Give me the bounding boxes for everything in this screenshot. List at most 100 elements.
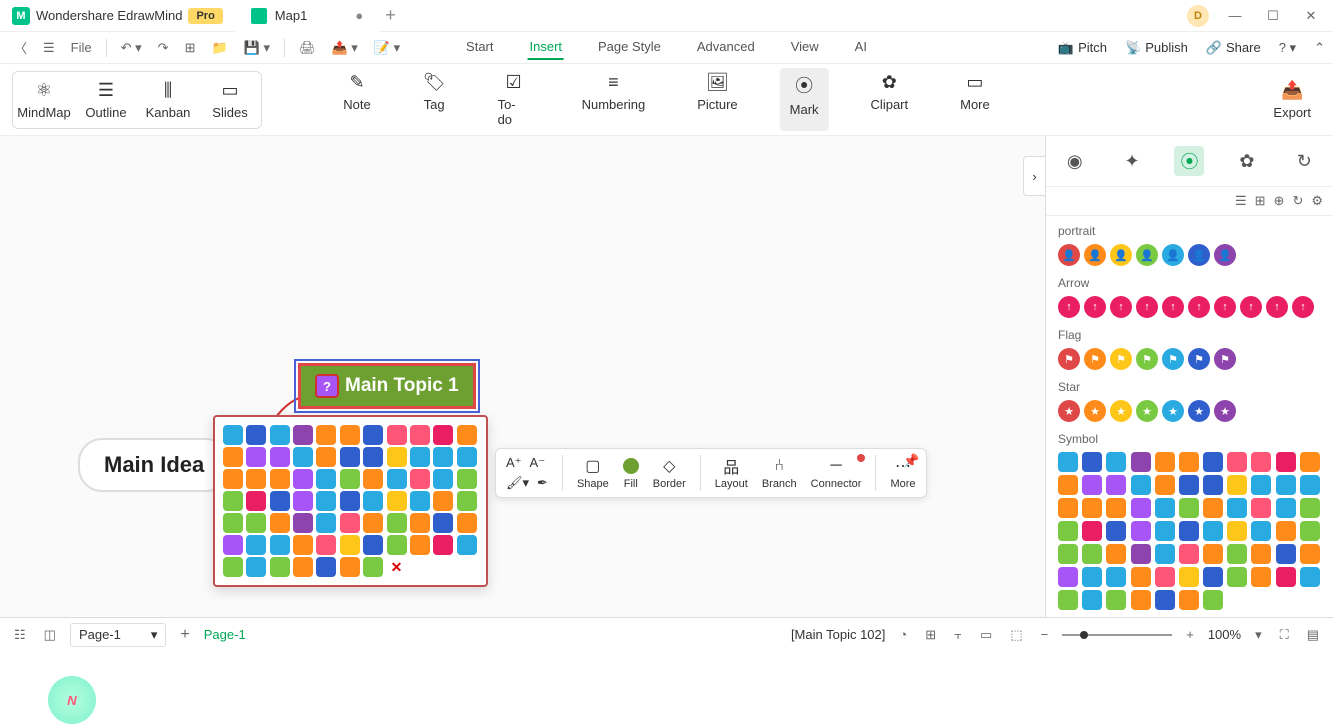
- symbol-item[interactable]: [340, 491, 360, 511]
- symbol-item[interactable]: [410, 491, 430, 511]
- menu-button[interactable]: ☰: [37, 36, 61, 60]
- document-tab[interactable]: Map1 ●: [235, 0, 379, 32]
- symbol-item[interactable]: [246, 535, 266, 555]
- ribbon-picture[interactable]: 🖼Picture: [687, 68, 747, 131]
- mark-item[interactable]: ★: [1084, 400, 1106, 422]
- symbol-item[interactable]: [1227, 521, 1247, 541]
- help-button[interactable]: ? ▾: [1279, 40, 1296, 56]
- symbol-item[interactable]: [457, 513, 477, 533]
- symbol-item[interactable]: [1251, 452, 1271, 472]
- symbol-item[interactable]: [457, 447, 477, 467]
- symbol-item[interactable]: [1131, 452, 1151, 472]
- mark-item[interactable]: ↑: [1084, 296, 1106, 318]
- mark-item[interactable]: 👤: [1084, 244, 1106, 266]
- minimize-button[interactable]: —: [1223, 8, 1247, 23]
- symbol-item[interactable]: [1155, 567, 1175, 587]
- fill-button[interactable]: Fill: [623, 456, 639, 490]
- pitch-button[interactable]: 📺 Pitch: [1058, 40, 1107, 56]
- symbol-item[interactable]: [1203, 544, 1223, 564]
- symbol-item[interactable]: [1106, 590, 1126, 610]
- symbol-item[interactable]: [1179, 452, 1199, 472]
- mark-item[interactable]: ⚑: [1110, 348, 1132, 370]
- symbol-item[interactable]: [363, 557, 383, 577]
- symbol-item[interactable]: [316, 469, 336, 489]
- symbol-item[interactable]: [1106, 452, 1126, 472]
- undo-button[interactable]: ↶ ▾: [115, 36, 148, 60]
- sidepanel-collapse[interactable]: ›: [1023, 156, 1045, 196]
- symbol-item[interactable]: [387, 491, 407, 511]
- symbol-item[interactable]: [1058, 498, 1078, 518]
- symbol-item[interactable]: [293, 425, 313, 445]
- symbol-item[interactable]: [246, 447, 266, 467]
- sp-list-view[interactable]: ☰: [1235, 193, 1247, 209]
- symbol-item[interactable]: [1251, 475, 1271, 495]
- sp-add[interactable]: ⊕: [1274, 193, 1285, 209]
- symbol-item[interactable]: [1106, 567, 1126, 587]
- symbol-item[interactable]: [270, 491, 290, 511]
- fit-button[interactable]: ⛶: [1276, 625, 1293, 645]
- symbol-item[interactable]: [223, 513, 243, 533]
- ribbon-todo[interactable]: ☑To-do: [488, 68, 540, 131]
- symbol-item[interactable]: [223, 535, 243, 555]
- topic-mark-icon[interactable]: ?: [315, 374, 339, 398]
- symbol-item[interactable]: [457, 535, 477, 555]
- symbol-item[interactable]: [1251, 567, 1271, 587]
- symbol-item[interactable]: [1058, 475, 1078, 495]
- mark-item[interactable]: ★: [1136, 400, 1158, 422]
- sp-tab-mark[interactable]: ⦿: [1174, 146, 1204, 176]
- symbol-item[interactable]: [457, 425, 477, 445]
- view-slides[interactable]: ▭Slides: [199, 72, 261, 128]
- ribbon-export[interactable]: 📤Export: [1263, 76, 1321, 124]
- symbol-item[interactable]: [433, 491, 453, 511]
- symbol-item[interactable]: [1155, 475, 1175, 495]
- symbol-item[interactable]: [340, 469, 360, 489]
- symbol-item[interactable]: [1058, 452, 1078, 472]
- ribbon-mark[interactable]: ⦿Mark: [780, 68, 829, 131]
- symbol-item[interactable]: [410, 469, 430, 489]
- symbol-item[interactable]: [363, 535, 383, 555]
- symbol-item[interactable]: [1082, 475, 1102, 495]
- symbol-item[interactable]: [1155, 452, 1175, 472]
- connector-button[interactable]: ─Connector: [811, 456, 862, 490]
- ai-assistant-button[interactable]: N: [48, 676, 96, 724]
- symbol-item[interactable]: [1155, 544, 1175, 564]
- mark-item[interactable]: 👤: [1110, 244, 1132, 266]
- symbol-item[interactable]: [223, 425, 243, 445]
- symbol-item[interactable]: [1131, 567, 1151, 587]
- symbol-item[interactable]: [1203, 521, 1223, 541]
- symbol-item[interactable]: [1276, 498, 1296, 518]
- mark-item[interactable]: 👤: [1058, 244, 1080, 266]
- symbol-item[interactable]: [316, 425, 336, 445]
- symbol-item[interactable]: [340, 557, 360, 577]
- file-menu[interactable]: File: [65, 36, 98, 59]
- print-button[interactable]: 🖨: [293, 36, 322, 60]
- symbol-item[interactable]: [340, 513, 360, 533]
- mark-item[interactable]: ↑: [1266, 296, 1288, 318]
- symbol-item[interactable]: [1106, 498, 1126, 518]
- view-outline[interactable]: ☰Outline: [75, 72, 137, 128]
- export-quick-button[interactable]: 📤 ▾: [326, 36, 364, 60]
- symbol-item[interactable]: [223, 469, 243, 489]
- symbol-item[interactable]: [1276, 475, 1296, 495]
- share-quick-button[interactable]: 📝 ▾: [368, 36, 406, 60]
- symbol-item[interactable]: [1082, 567, 1102, 587]
- symbol-item[interactable]: [1300, 452, 1320, 472]
- font-color[interactable]: 🖌▾: [506, 475, 529, 491]
- close-button[interactable]: ✕: [1299, 8, 1323, 24]
- ribbon-numbering[interactable]: ≡Numbering: [572, 68, 656, 131]
- symbol-item[interactable]: [410, 535, 430, 555]
- mark-item[interactable]: ⚑: [1058, 348, 1080, 370]
- symbol-item[interactable]: [1227, 452, 1247, 472]
- font-decrease[interactable]: A⁻: [530, 455, 546, 471]
- fullscreen-button[interactable]: ▤: [1303, 625, 1323, 645]
- symbol-item[interactable]: [1276, 521, 1296, 541]
- symbol-item[interactable]: [293, 535, 313, 555]
- symbol-item[interactable]: [410, 425, 430, 445]
- sp-settings[interactable]: ⚙: [1311, 193, 1323, 209]
- mark-item[interactable]: ↑: [1162, 296, 1184, 318]
- symbol-item[interactable]: [433, 469, 453, 489]
- mark-item[interactable]: ★: [1162, 400, 1184, 422]
- sb-panel-icon[interactable]: ◫: [40, 625, 60, 645]
- symbol-item[interactable]: [340, 535, 360, 555]
- symbol-item[interactable]: [293, 469, 313, 489]
